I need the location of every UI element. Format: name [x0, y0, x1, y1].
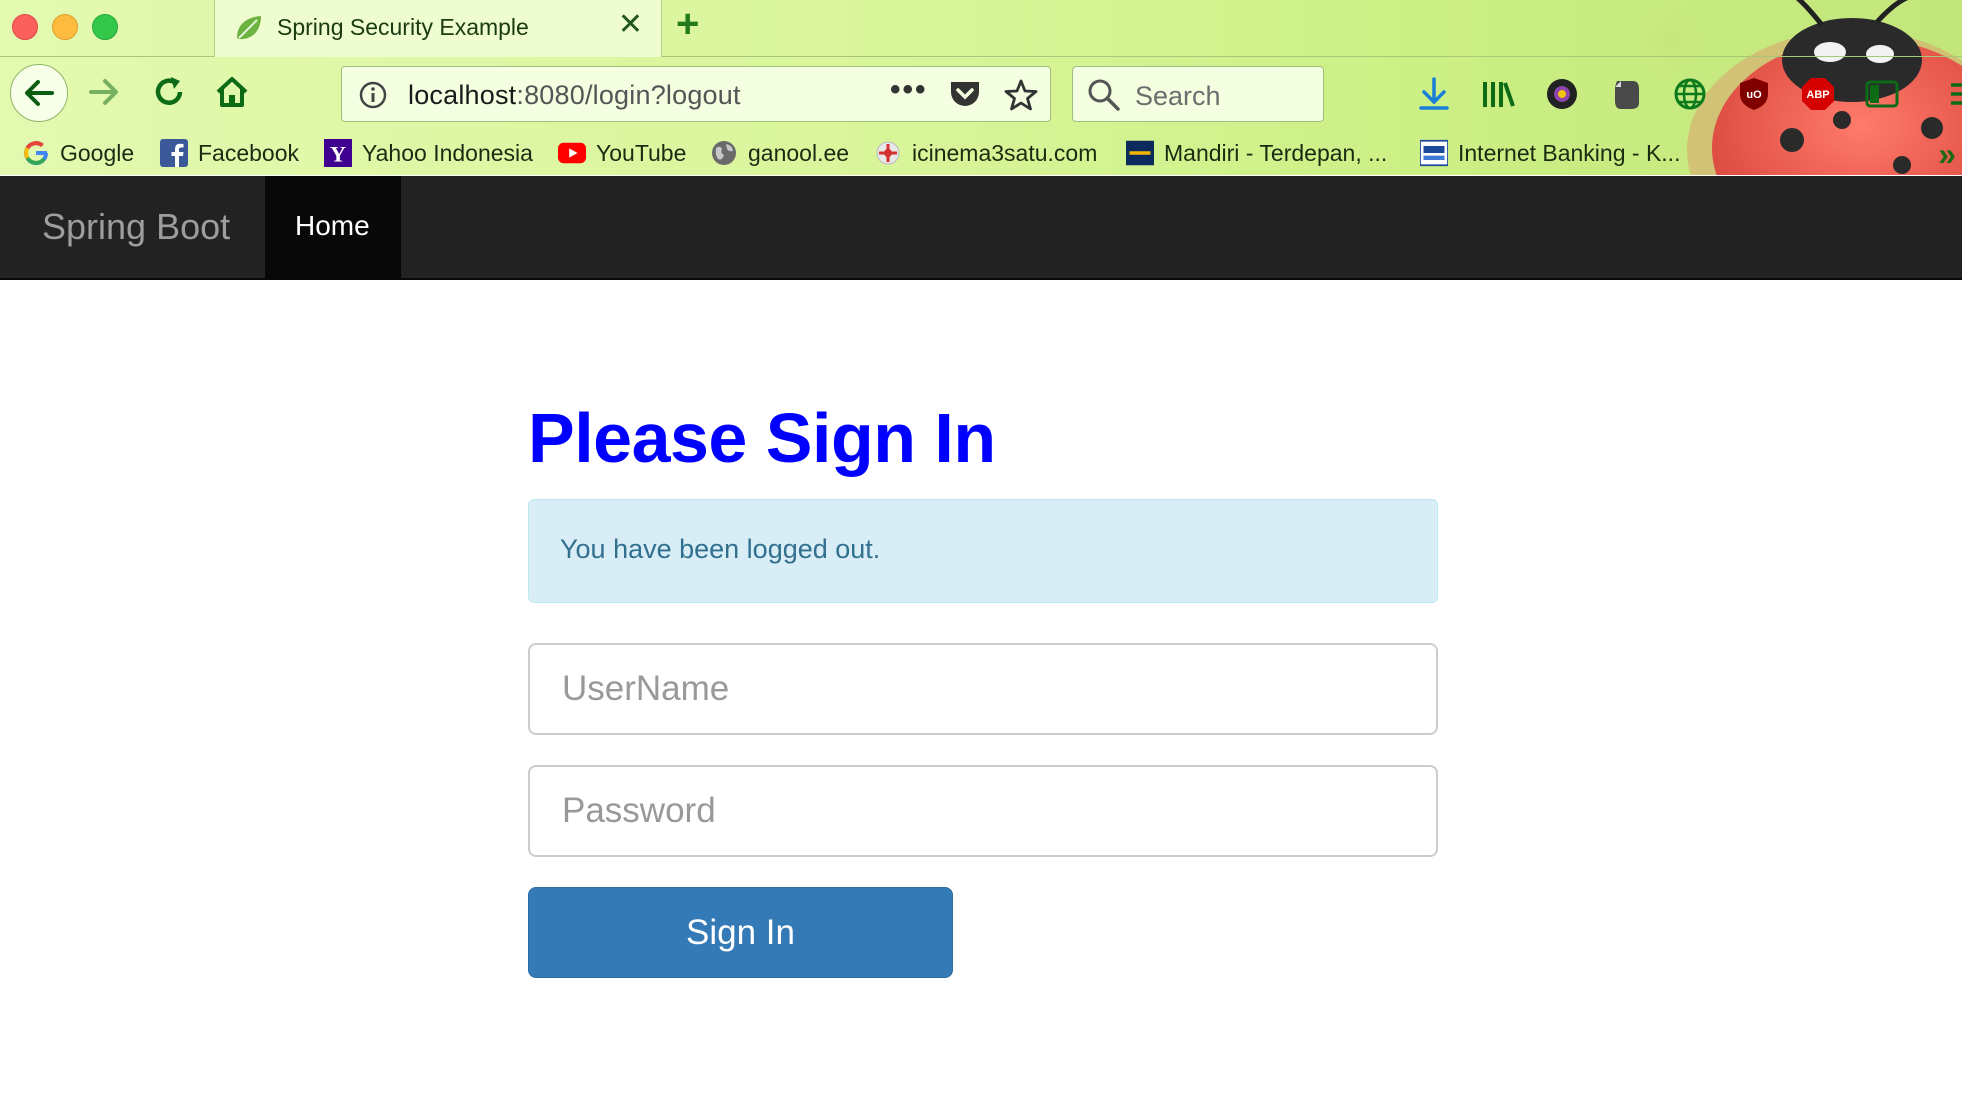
search-icon: [1087, 78, 1121, 117]
window-maximize-button[interactable]: [92, 14, 118, 40]
ublock-icon[interactable]: uO: [1734, 74, 1774, 114]
bookmark-label: YouTube: [596, 139, 687, 166]
back-button[interactable]: [10, 64, 68, 122]
password-input[interactable]: [528, 765, 1438, 857]
tab-strip: Spring Security Example ✕ +: [0, 0, 1962, 57]
url-bar[interactable]: localhost:8080/login?logout •••: [341, 66, 1051, 122]
home-icon: [216, 77, 248, 107]
page-actions-menu-icon[interactable]: •••: [890, 73, 928, 107]
url-host: localhost: [408, 80, 517, 110]
bookmark-yahoo-indonesia[interactable]: Y Yahoo Indonesia: [324, 136, 533, 170]
bookmark-youtube[interactable]: YouTube: [558, 136, 686, 170]
klikbca-icon: [1420, 139, 1448, 167]
arrow-right-icon: [89, 79, 118, 105]
bookmarks-toolbar: Google Facebook Y Yahoo Indonesia YouTub…: [0, 132, 1962, 175]
evernote-icon[interactable]: [1606, 74, 1646, 114]
new-tab-button[interactable]: +: [676, 4, 699, 44]
nav-home-label: Home: [295, 210, 370, 241]
abp-text: ABP: [1806, 89, 1829, 101]
menu-icon[interactable]: [1940, 74, 1962, 114]
home-button[interactable]: [206, 66, 258, 118]
page-title: Please Sign In: [528, 399, 996, 477]
mandiri-icon: [1126, 139, 1154, 167]
bookmark-google[interactable]: Google: [22, 136, 134, 170]
bookmark-label: Mandiri - Terdepan, ...: [1164, 139, 1388, 166]
bookmarks-overflow-icon[interactable]: »: [1938, 136, 1956, 173]
globe-vpn-icon[interactable]: [1670, 74, 1710, 114]
icinema-icon: [874, 139, 902, 167]
globe-icon: [710, 139, 738, 167]
bookmark-label: Facebook: [198, 139, 300, 166]
yahoo-icon: Y: [324, 139, 352, 167]
alert-message: You have been logged out.: [560, 534, 881, 564]
nav-home-link[interactable]: Home: [265, 176, 401, 278]
bookmark-label: Google: [60, 139, 135, 166]
navigation-toolbar: localhost:8080/login?logout ••• Search u…: [0, 56, 1962, 132]
url-text[interactable]: localhost:8080/login?logout: [408, 80, 741, 111]
bookmark-ganool[interactable]: ganool.ee: [710, 136, 849, 170]
adblock-plus-icon[interactable]: ABP: [1798, 74, 1838, 114]
forward-button[interactable]: [78, 66, 130, 118]
tab-spring-security[interactable]: Spring Security Example ✕: [214, 0, 662, 57]
site-navbar: Spring Boot Home: [0, 176, 1962, 280]
svg-text:Y: Y: [330, 141, 346, 166]
bookmark-label: icinema3satu.com: [912, 139, 1098, 166]
google-icon: [22, 139, 50, 167]
navbar-brand[interactable]: Spring Boot: [42, 206, 230, 248]
colorpicker-icon[interactable]: [1542, 74, 1582, 114]
download-icon[interactable]: [1414, 74, 1454, 114]
username-input[interactable]: [528, 643, 1438, 735]
logout-alert: You have been logged out.: [528, 499, 1438, 603]
arrow-left-icon: [25, 80, 54, 106]
bookmark-mandiri[interactable]: Mandiri - Terdepan, ...: [1126, 136, 1387, 170]
reload-icon: [155, 77, 183, 105]
ublock-text: uO: [1746, 89, 1762, 101]
window-minimize-button[interactable]: [52, 14, 78, 40]
url-path: :8080/login?logout: [516, 80, 741, 110]
bookmark-icinema3satu[interactable]: icinema3satu.com: [874, 136, 1097, 170]
bookmark-internet-banking[interactable]: Internet Banking - K...: [1420, 136, 1680, 170]
bookmark-label: Yahoo Indonesia: [362, 139, 533, 166]
sign-in-button[interactable]: Sign In: [528, 887, 953, 978]
tab-title: Spring Security Example: [277, 14, 529, 40]
pocket-icon[interactable]: [948, 78, 982, 115]
reload-button[interactable]: [143, 66, 195, 118]
facebook-icon: [160, 139, 188, 167]
search-bar[interactable]: Search: [1072, 66, 1324, 122]
youtube-icon: [558, 139, 586, 167]
sidebar-icon[interactable]: [1862, 74, 1902, 114]
close-tab-icon[interactable]: ✕: [618, 10, 643, 40]
bookmark-star-icon[interactable]: [1004, 78, 1038, 117]
search-placeholder: Search: [1135, 81, 1221, 111]
bookmark-facebook[interactable]: Facebook: [160, 136, 299, 170]
window-close-button[interactable]: [12, 14, 38, 40]
library-icon[interactable]: [1478, 74, 1518, 114]
bookmark-label: ganool.ee: [748, 139, 850, 166]
browser-chrome: Spring Security Example ✕ + localhost:80…: [0, 0, 1962, 175]
info-icon[interactable]: [358, 80, 388, 115]
bookmark-label: Internet Banking - K...: [1458, 139, 1681, 166]
spring-leaf-icon: [233, 12, 265, 49]
